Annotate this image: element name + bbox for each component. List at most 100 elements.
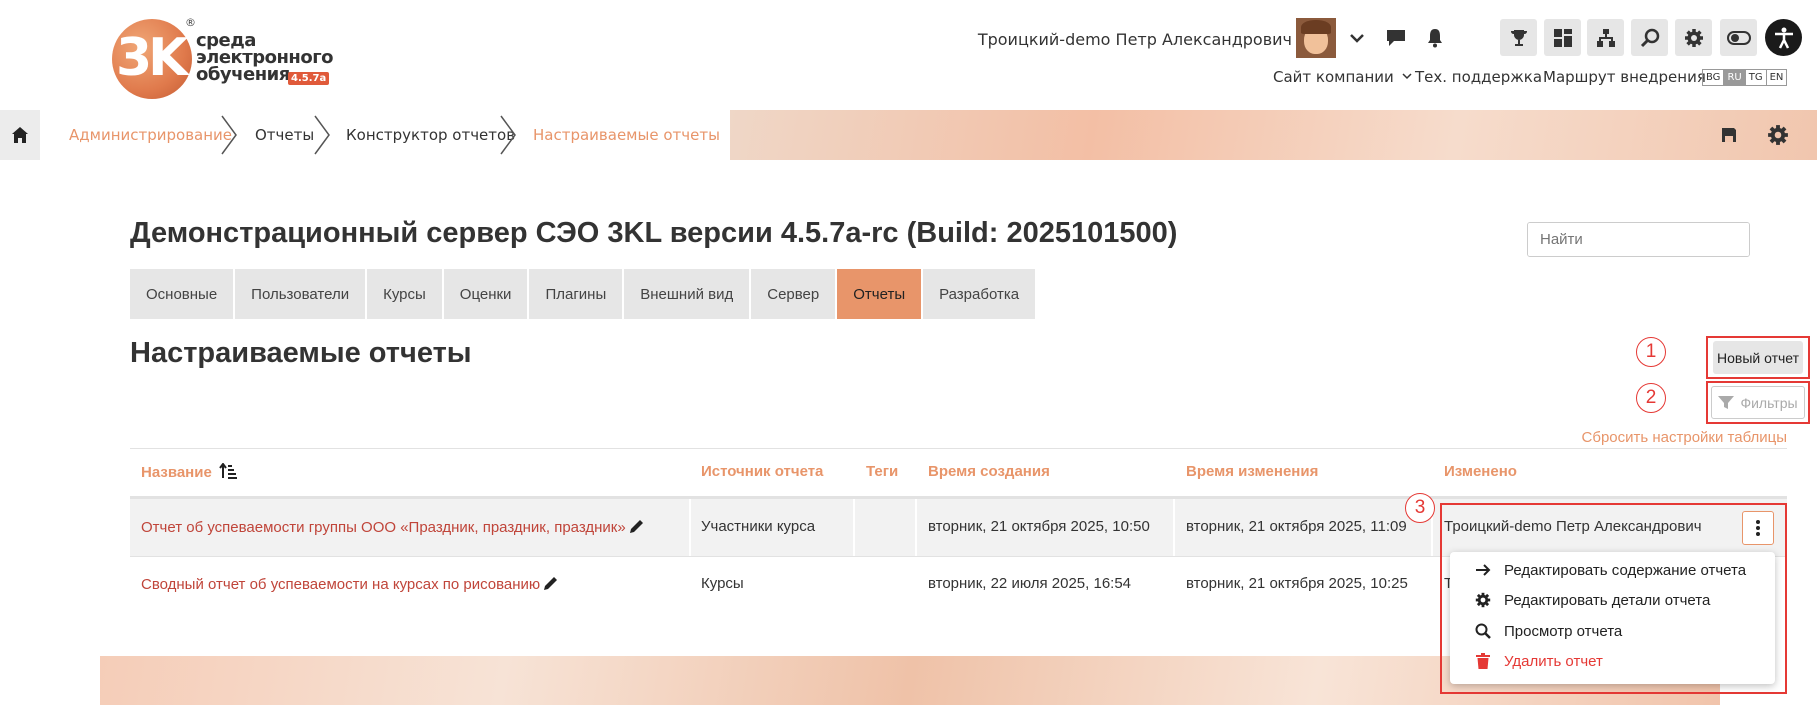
tab-plugins[interactable]: Плагины — [529, 269, 623, 319]
avatar-hair — [1301, 20, 1331, 34]
pencil-icon[interactable] — [629, 518, 645, 534]
report-name-link[interactable]: Сводный отчет об успеваемости на курсах … — [141, 575, 559, 593]
breadcrumb-item-admin[interactable]: Администрирование — [69, 126, 232, 144]
column-header-tags[interactable]: Теги — [866, 463, 898, 480]
pencil-icon[interactable] — [543, 575, 559, 591]
reset-table-link[interactable]: Сбросить настройки таблицы — [1582, 429, 1787, 446]
breadcrumb-separator-icon — [314, 115, 330, 155]
gear-icon[interactable] — [1766, 123, 1790, 147]
column-header-modified-by[interactable]: Изменено — [1444, 463, 1517, 480]
breadcrumb-separator-icon — [500, 115, 516, 155]
tab-development[interactable]: Разработка — [923, 269, 1036, 319]
lang-ru[interactable]: RU — [1723, 70, 1745, 85]
admin-search — [1527, 222, 1750, 257]
tab-grades[interactable]: Оценки — [443, 269, 528, 319]
trash-icon — [1474, 652, 1492, 670]
annotation-marker-2: 2 — [1636, 383, 1666, 413]
column-header-name[interactable]: Название — [141, 462, 237, 481]
logo-registered-mark: ® — [185, 16, 196, 29]
lang-en[interactable]: EN — [1765, 70, 1787, 85]
column-header-source[interactable]: Источник отчета — [701, 463, 823, 480]
page-title: Демонстрационный сервер СЭО 3KL версии 4… — [130, 217, 1178, 249]
report-name-label: Отчет об успеваемости группы ООО «Праздн… — [141, 519, 626, 536]
company-site-label: Сайт компании — [1273, 68, 1394, 86]
menu-item-view-report[interactable]: Просмотр отчета — [1474, 622, 1622, 640]
arrow-right-icon — [1474, 561, 1492, 579]
messages-icon[interactable] — [1384, 26, 1408, 50]
cell-divider — [853, 499, 855, 557]
filters-label: Фильтры — [1740, 394, 1798, 411]
annotation-marker-1: 1 — [1636, 337, 1666, 367]
column-header-modified[interactable]: Время изменения — [1186, 463, 1318, 480]
chevron-down-icon — [1402, 73, 1412, 80]
chevron-down-icon[interactable] — [1345, 26, 1369, 50]
language-switcher: BG RU TG EN — [1702, 69, 1788, 86]
report-source: Курсы — [701, 575, 744, 592]
toggle-icon[interactable] — [1720, 19, 1757, 56]
cell-divider — [1173, 499, 1175, 557]
sort-asc-icon — [219, 462, 237, 479]
tab-courses[interactable]: Курсы — [367, 269, 442, 319]
menu-item-label: Удалить отчет — [1504, 652, 1603, 670]
cell-divider — [915, 499, 917, 557]
column-header-name-label: Название — [141, 464, 212, 481]
gear-icon[interactable] — [1675, 19, 1712, 56]
report-created: вторник, 22 июля 2025, 16:54 — [928, 575, 1132, 592]
filters-button[interactable]: Фильтры — [1711, 386, 1805, 419]
search-icon — [1474, 622, 1492, 640]
tab-reports[interactable]: Отчеты — [837, 269, 922, 319]
menu-item-label: Редактировать детали отчета — [1504, 591, 1711, 609]
report-modified: вторник, 21 октября 2025, 10:25 — [1186, 575, 1408, 592]
logo[interactable]: 3K ® среда электронного обучения 4.5.7a — [112, 16, 333, 102]
avatar[interactable] — [1296, 18, 1336, 58]
cell-divider — [689, 499, 691, 557]
tab-server[interactable]: Сервер — [751, 269, 836, 319]
menu-item-label: Редактировать содержание отчета — [1504, 561, 1747, 579]
table-top-border — [130, 448, 1787, 449]
company-site-link[interactable]: Сайт компании — [1273, 68, 1412, 86]
dashboard-icon[interactable] — [1544, 19, 1581, 56]
breadcrumb-item-report-builder[interactable]: Конструктор отчетов — [346, 126, 515, 144]
report-modified: вторник, 21 октября 2025, 11:09 — [1186, 518, 1407, 535]
menu-item-label: Просмотр отчета — [1504, 622, 1623, 640]
report-name-label: Сводный отчет об успеваемости на курсах … — [141, 576, 541, 593]
breadcrumb-item-reports[interactable]: Отчеты — [255, 126, 314, 144]
report-name-link[interactable]: Отчет об успеваемости группы ООО «Праздн… — [141, 518, 645, 536]
search-icon[interactable] — [1631, 19, 1668, 56]
support-link[interactable]: Тех. поддержка — [1415, 68, 1542, 86]
accessibility-icon[interactable] — [1765, 19, 1802, 56]
breadcrumb: Администрирование Отчеты Конструктор отч… — [0, 110, 1817, 160]
new-report-button[interactable]: Новый отчет — [1713, 341, 1803, 374]
filter-icon — [1718, 395, 1735, 409]
save-icon[interactable] — [1717, 123, 1741, 147]
menu-item-edit-content[interactable]: Редактировать содержание отчета — [1474, 561, 1746, 579]
trophy-icon[interactable] — [1500, 19, 1537, 56]
row-actions-button[interactable] — [1742, 511, 1774, 545]
lang-tg[interactable]: TG — [1744, 70, 1766, 85]
implementation-route-link[interactable]: Маршрут внедрения — [1543, 68, 1706, 86]
annotation-marker-3: 3 — [1405, 493, 1435, 523]
menu-item-edit-details[interactable]: Редактировать детали отчета — [1474, 591, 1710, 609]
column-header-created[interactable]: Время создания — [928, 463, 1050, 480]
kebab-icon — [1756, 520, 1760, 536]
admin-tabs: Основные Пользователи Курсы Оценки Плаги… — [130, 269, 1036, 319]
sitemap-icon[interactable] — [1587, 19, 1624, 56]
report-created: вторник, 21 октября 2025, 10:50 — [928, 518, 1150, 535]
search-input[interactable] — [1528, 223, 1749, 256]
bell-icon[interactable] — [1423, 26, 1447, 50]
breadcrumb-item-custom-reports[interactable]: Настраиваемые отчеты — [533, 126, 720, 144]
version-badge: 4.5.7a — [288, 72, 330, 85]
lang-bg[interactable]: BG — [1703, 70, 1723, 85]
gear-icon — [1474, 591, 1492, 609]
logo-3k-mark: 3K — [116, 28, 189, 88]
home-icon[interactable] — [0, 110, 40, 160]
menu-item-delete-report[interactable]: Удалить отчет — [1474, 652, 1603, 670]
report-source: Участники курса — [701, 518, 816, 535]
section-title: Настраиваемые отчеты — [130, 337, 472, 369]
user-name[interactable]: Троицкий-demo Петр Александрович — [978, 30, 1292, 49]
tab-appearance[interactable]: Внешний вид — [624, 269, 750, 319]
tab-users[interactable]: Пользователи — [235, 269, 366, 319]
row-actions-menu: Редактировать содержание отчета Редактир… — [1450, 552, 1775, 684]
breadcrumb-separator-icon — [221, 115, 237, 155]
tab-general[interactable]: Основные — [130, 269, 234, 319]
